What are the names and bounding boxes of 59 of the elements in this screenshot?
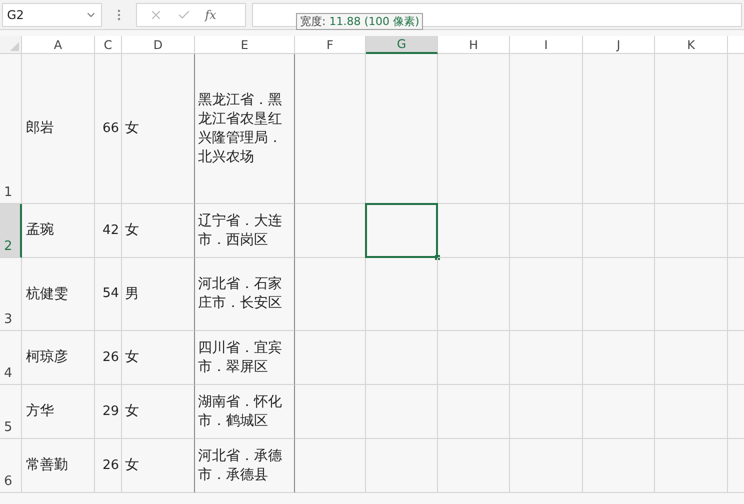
- row-header[interactable]: 6: [0, 439, 22, 493]
- table-cell: [438, 331, 510, 385]
- tooltip-label: 宽度:: [300, 15, 327, 28]
- column-header[interactable]: K: [655, 36, 728, 54]
- age-cell: 42: [95, 204, 122, 258]
- gender-cell: 男: [122, 258, 195, 331]
- table-cell: [438, 204, 510, 258]
- column-header[interactable]: I: [510, 36, 583, 54]
- gender-cell: 女: [122, 439, 195, 493]
- row-header[interactable]: 3: [0, 258, 22, 331]
- gender-cell: 女: [122, 204, 195, 258]
- name-cell: 杭健雯: [22, 258, 95, 331]
- column-header[interactable]: A: [22, 36, 95, 54]
- age-cell: 66: [95, 54, 122, 204]
- cell-reference: G2: [7, 6, 24, 24]
- row-header[interactable]: 5: [0, 385, 22, 439]
- table-cell: [438, 385, 510, 439]
- column-header[interactable]: E: [195, 36, 295, 54]
- column-header[interactable]: G: [366, 36, 438, 54]
- column-header[interactable]: H: [438, 36, 510, 54]
- age-cell: 26: [95, 331, 122, 385]
- address-cell: 河北省．石家庄市．长安区: [195, 258, 295, 331]
- table-cell: [366, 385, 438, 439]
- table-cell: [583, 204, 655, 258]
- column-header[interactable]: J: [583, 36, 655, 54]
- name-cell: 方华: [22, 385, 95, 439]
- table-cell: [295, 385, 366, 439]
- insert-function-button[interactable]: fx: [205, 6, 216, 24]
- age-cell: 26: [95, 439, 122, 493]
- name-cell: 郎岩: [22, 54, 95, 204]
- gender-cell: 女: [122, 385, 195, 439]
- name-cell: 常善勤: [22, 439, 95, 493]
- row-header[interactable]: 2: [0, 204, 22, 258]
- age-cell: 54: [95, 258, 122, 331]
- column-header[interactable]: C: [95, 36, 122, 54]
- name-cell: 孟琬: [22, 204, 95, 258]
- table-cell: [583, 439, 655, 493]
- address-cell: 黑龙江省．黑龙江省农垦红兴隆管理局．北兴农场: [195, 54, 295, 204]
- age-cell: 29: [95, 385, 122, 439]
- table-cell: [583, 385, 655, 439]
- column-header[interactable]: D: [122, 36, 195, 54]
- table-cell: [295, 439, 366, 493]
- table-cell: [438, 439, 510, 493]
- row-header[interactable]: 4: [0, 331, 22, 385]
- address-cell: 辽宁省．大连市．西岗区: [195, 204, 295, 258]
- name-box[interactable]: G2: [2, 2, 102, 26]
- tooltip-value: 11.88 (100 像素): [329, 15, 420, 28]
- gender-cell: 女: [122, 331, 195, 385]
- address-cell: 河北省．承德市．承德县: [195, 439, 295, 493]
- row-header[interactable]: 1: [0, 54, 22, 204]
- table-cell: [366, 331, 438, 385]
- address-cell: 湖南省．怀化市．鹤城区: [195, 385, 295, 439]
- gender-cell: 女: [122, 54, 195, 204]
- column-header[interactable]: F: [295, 36, 366, 54]
- table-cell: [295, 331, 366, 385]
- address-cell: 四川省．宜宾市．翠屏区: [195, 331, 295, 385]
- table-cell: [366, 439, 438, 493]
- table-cell: [583, 331, 655, 385]
- name-cell: 柯琼彦: [22, 331, 95, 385]
